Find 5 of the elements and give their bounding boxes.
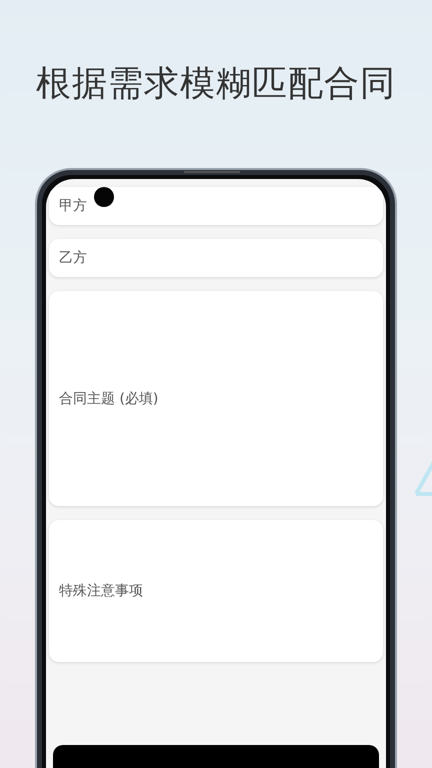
input-field[interactable]: 合同主题 (必填): [49, 291, 383, 506]
input-field[interactable]: 甲方: [49, 187, 383, 225]
input-field[interactable]: 特殊注意事项: [49, 520, 383, 662]
headline: 根据需求模糊匹配合同: [36, 63, 396, 106]
input-field[interactable]: 乙方: [49, 239, 383, 277]
